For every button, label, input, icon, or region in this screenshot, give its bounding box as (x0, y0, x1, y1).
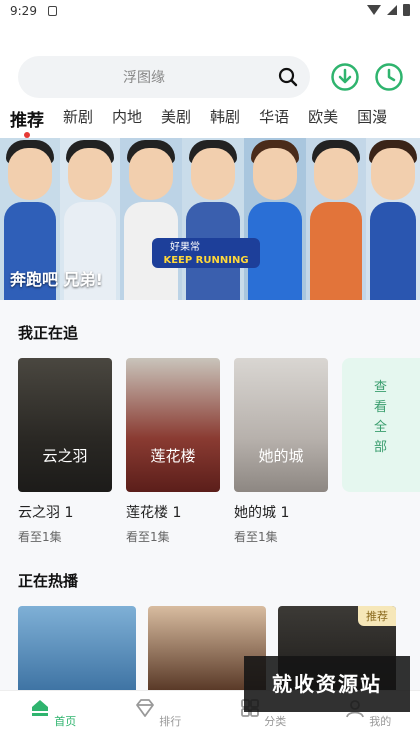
search-row: 浮图缘 (0, 56, 420, 98)
card-progress: 看至1集 (126, 530, 170, 544)
show-logo-text: KEEP RUNNING (163, 255, 248, 266)
poster-title: 莲花楼 (150, 447, 196, 465)
recommend-badge: 推荐 (358, 606, 396, 626)
card-title: 她的城 1 (234, 505, 290, 521)
search-placeholder: 浮图缘 (123, 70, 165, 86)
tab-korean[interactable]: 韩剧 (210, 106, 240, 130)
card-progress: 看至1集 (18, 530, 62, 544)
view-all-button[interactable]: 查看全部 (342, 358, 420, 492)
nav-label: 首页 (54, 715, 77, 728)
tab-label: 新剧 (63, 108, 94, 126)
tab-label: 韩剧 (210, 108, 241, 126)
watching-card[interactable]: 她的城 她的城 1 看至1集 (234, 358, 328, 545)
banner-caption: 奔跑吧 兄弟! (10, 270, 103, 289)
search-input[interactable]: 浮图缘 (18, 56, 310, 98)
watermark-overlay: 就收资源站 (244, 656, 410, 712)
tab-label: 内地 (112, 108, 143, 126)
show-logo-top: 好果常 (170, 240, 200, 253)
card-title: 莲花楼 1 (126, 505, 182, 521)
cast-member (306, 138, 366, 300)
content-area: 我正在追 云之羽 云之羽 1 看至1集 莲花楼 莲花楼 1 看至1集 她的城 她… (0, 300, 420, 690)
watching-card[interactable]: 云之羽 云之羽 1 看至1集 (18, 358, 112, 545)
card-title: 云之羽 1 (18, 505, 74, 521)
hot-item[interactable] (18, 606, 136, 690)
category-tabs: 推荐 新剧 内地 美剧 韩剧 华语 欧美 国漫 (10, 106, 387, 138)
poster-title: 云之羽 (42, 447, 88, 465)
poster-title: 她的城 (258, 447, 304, 465)
status-bar: 9:29 (0, 0, 420, 24)
watching-card[interactable]: 莲花楼 莲花楼 1 看至1集 (126, 358, 220, 545)
section-title-watching: 我正在追 (18, 324, 79, 342)
tab-label: 国漫 (357, 108, 388, 126)
show-logo: 好果常 KEEP RUNNING (152, 238, 260, 268)
status-icons (367, 4, 410, 16)
tab-mainland[interactable]: 内地 (112, 106, 142, 130)
cast-member (366, 138, 420, 300)
nav-ranking[interactable]: 排行 (105, 691, 210, 748)
hero-banner[interactable]: 好果常 KEEP RUNNING 奔跑吧 兄弟! (0, 138, 420, 300)
search-icon[interactable] (278, 67, 298, 87)
notification-icon (48, 6, 57, 16)
signal-icon (387, 5, 397, 15)
tab-label: 推荐 (10, 111, 44, 131)
tab-label: 华语 (259, 108, 290, 126)
tab-chinese[interactable]: 华语 (259, 106, 289, 130)
nav-label: 我的 (369, 715, 392, 728)
poster: 莲花楼 (126, 358, 220, 492)
home-icon (31, 700, 48, 716)
wifi-icon (367, 5, 381, 15)
tab-western[interactable]: 欧美 (308, 106, 338, 130)
card-progress: 看至1集 (234, 530, 278, 544)
tab-us[interactable]: 美剧 (161, 106, 191, 130)
poster: 云之羽 (18, 358, 112, 492)
nav-label: 排行 (159, 715, 182, 728)
status-time: 9:29 (10, 4, 37, 18)
history-icon[interactable] (374, 62, 404, 92)
view-all-label: 查看全部 (374, 380, 388, 455)
tab-recommend[interactable]: 推荐 (10, 106, 44, 138)
tab-label: 美剧 (161, 108, 192, 126)
nav-home[interactable]: 首页 (0, 691, 105, 748)
ranking-icon (135, 699, 154, 717)
tab-anime[interactable]: 国漫 (357, 106, 387, 130)
battery-icon (403, 4, 410, 16)
tab-new[interactable]: 新剧 (63, 106, 93, 130)
poster: 她的城 (234, 358, 328, 492)
nav-label: 分类 (264, 715, 287, 728)
download-icon[interactable] (330, 62, 360, 92)
section-title-hot: 正在热播 (18, 572, 79, 590)
tab-label: 欧美 (308, 108, 339, 126)
